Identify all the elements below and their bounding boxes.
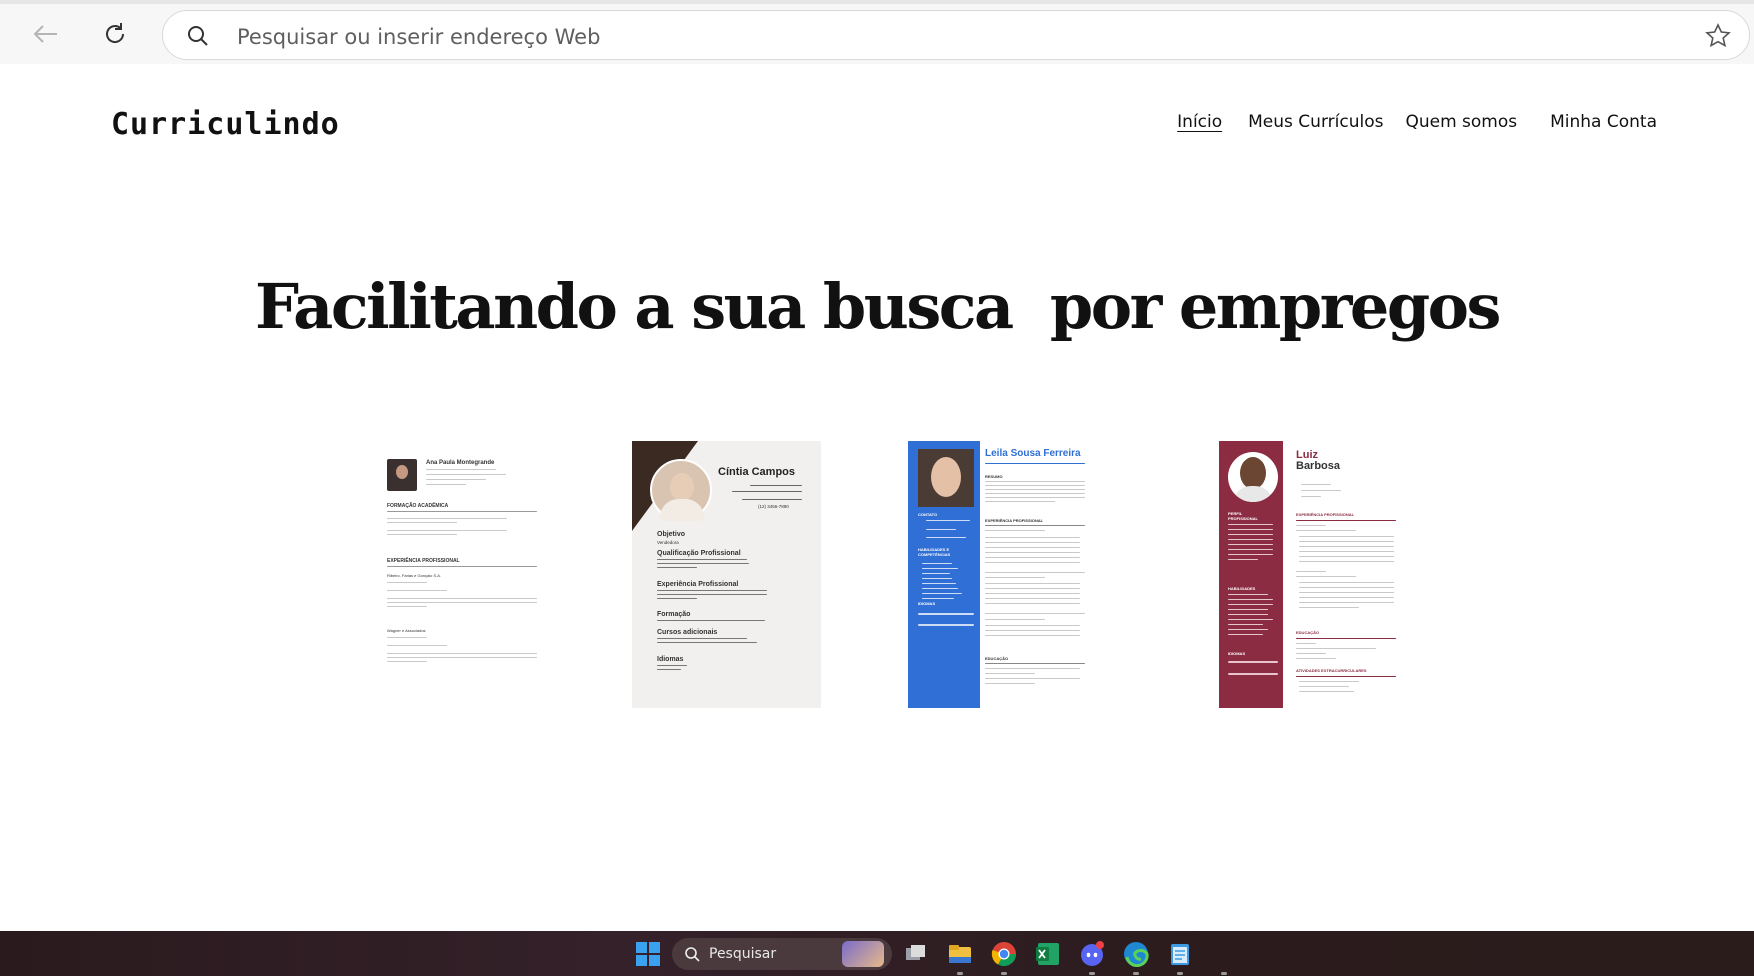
chrome-icon[interactable] <box>991 941 1017 967</box>
resume-section: Objetivo <box>657 531 686 538</box>
resume-section: Idiomas <box>657 656 684 663</box>
taskbar-indicator <box>1001 972 1007 975</box>
resume-name: Cíntia Campos <box>718 466 796 478</box>
resume-section: ATIVIDADES EXTRACURRICULARES <box>1296 668 1367 673</box>
resume-template-3[interactable]: Leila Sousa Ferreira RESUMO CONTATO EXPE… <box>908 441 1090 708</box>
resume-photo <box>650 459 712 521</box>
resume-section: Formação <box>657 611 691 618</box>
taskbar-search-label: Pesquisar <box>709 946 777 962</box>
resume-last-name: Barbosa <box>1296 460 1341 472</box>
nav-quem-somos[interactable]: Quem somos <box>1405 112 1517 132</box>
address-bar[interactable]: Pesquisar ou inserir endereço Web <box>162 10 1750 60</box>
resume-objective: Vendedora <box>657 540 679 545</box>
notepad-icon[interactable] <box>1167 941 1193 967</box>
windows-start-icon[interactable] <box>635 941 661 967</box>
nav-minha-conta[interactable]: Minha Conta <box>1550 112 1657 132</box>
taskbar-indicator <box>1221 972 1227 975</box>
excel-icon[interactable] <box>1035 941 1061 967</box>
edge-icon[interactable] <box>1123 941 1149 967</box>
resume-section: EXPERIÊNCIA PROFISSIONAL <box>1296 512 1355 517</box>
resume-section: IDIOMAS <box>918 601 936 606</box>
reload-button[interactable] <box>95 14 135 54</box>
file-explorer-icon[interactable] <box>947 941 973 967</box>
resume-section: Qualificação Profissional <box>657 550 741 557</box>
address-placeholder: Pesquisar ou inserir endereço Web <box>237 25 601 49</box>
resume-section: IDIOMAS <box>1228 651 1246 656</box>
resume-section: PERFIL PROFISSIONAL <box>1228 511 1259 521</box>
resume-name: Ana Paula Montegrande <box>426 460 495 466</box>
resume-section: EXPERIÊNCIA PROFISSIONAL <box>387 558 460 564</box>
resume-section: FORMAÇÃO ACADÊMICA <box>387 503 449 509</box>
search-icon <box>188 26 208 46</box>
resume-section: CONTATO <box>918 512 938 517</box>
resume-template-2[interactable]: Cíntia Campos (12) 3456-7890 Objetivo Ve… <box>632 441 821 708</box>
back-button[interactable] <box>25 14 65 54</box>
browser-top-border <box>0 0 1754 4</box>
resume-job: Ribeiro, Farias e Gonçalo S.A. <box>387 573 442 578</box>
resume-section: EDUCAÇÃO <box>985 656 1009 661</box>
nav-meus-curriculos[interactable]: Meus Currículos <box>1248 112 1383 132</box>
hero-title: Facilitando a sua busca por empregos <box>255 270 1501 343</box>
resume-section: RESUMO <box>985 474 1003 479</box>
main-nav: Início Meus Currículos Quem somos Minha … <box>1177 112 1657 132</box>
search-icon <box>685 947 700 962</box>
resume-section: EXPERIÊNCIA PROFISSIONAL <box>985 518 1044 523</box>
reload-icon <box>106 23 125 43</box>
resume-photo <box>1228 452 1278 502</box>
resume-section: HABILIDADES E COMPETÊNCIAS <box>918 547 951 557</box>
task-view-icon[interactable] <box>903 941 929 967</box>
resume-template-4[interactable]: Luiz Barbosa PERFIL PROFISSIONAL EXPERIÊ… <box>1219 441 1401 708</box>
nav-inicio[interactable]: Início <box>1177 112 1222 132</box>
resume-job: Wagner e Associados <box>387 628 426 633</box>
search-highlight-icon <box>842 941 884 967</box>
resume-section: EDUCAÇÃO <box>1296 630 1320 635</box>
site-logo[interactable]: Curriculindo <box>111 107 340 142</box>
taskbar-indicator <box>1177 972 1183 975</box>
resume-template-1[interactable]: Ana Paula Montegrande FORMAÇÃO ACADÊMICA… <box>381 441 541 708</box>
browser-toolbar: Pesquisar ou inserir endereço Web <box>0 0 1754 64</box>
taskbar-indicator <box>957 972 963 975</box>
taskbar-indicator <box>1133 972 1139 975</box>
resume-photo <box>387 459 417 491</box>
favorite-star-icon[interactable] <box>1705 23 1731 49</box>
resume-section: Experiência Profissional <box>657 581 739 588</box>
resume-name: Leila Sousa Ferreira <box>985 448 1081 459</box>
resume-photo <box>918 449 974 507</box>
windows-taskbar: Pesquisar <box>0 931 1754 976</box>
taskbar-indicator <box>1089 972 1095 975</box>
resume-section: HABILIDADES <box>1228 586 1256 591</box>
taskbar-search[interactable]: Pesquisar <box>672 938 892 970</box>
back-arrow-icon <box>33 25 57 43</box>
resume-section: Cursos adicionais <box>657 629 718 636</box>
discord-icon[interactable] <box>1079 941 1105 967</box>
resume-phone: (12) 3456-7890 <box>758 504 789 509</box>
